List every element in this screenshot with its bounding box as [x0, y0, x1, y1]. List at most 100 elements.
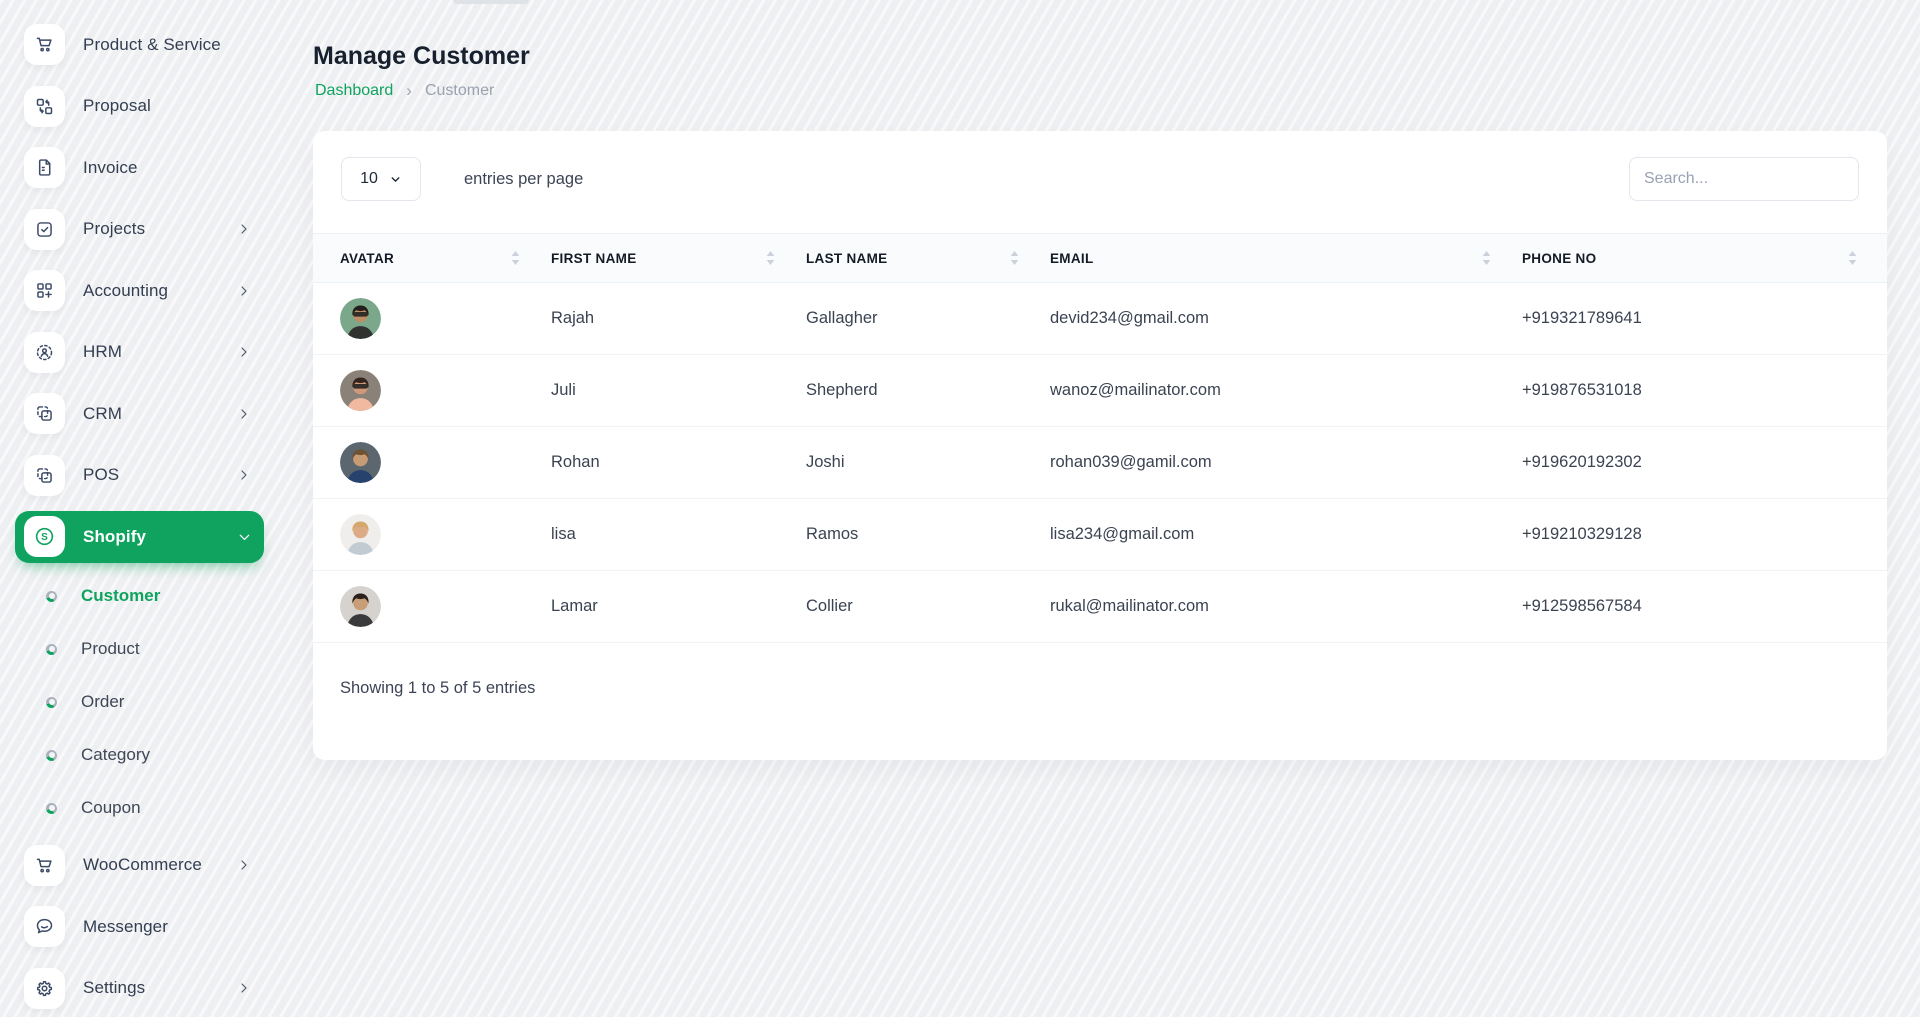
avatar [340, 370, 381, 411]
column-header-label: PHONE NO [1522, 251, 1596, 266]
cell-email: rukal@mailinator.com [1023, 571, 1495, 643]
sidebar-item-accounting[interactable]: Accounting [0, 260, 285, 322]
cell-last-name: Gallagher [779, 283, 1023, 355]
avatar [340, 442, 381, 483]
sidebar-subitem-customer[interactable]: Customer [0, 570, 285, 623]
entries-per-page-value: 10 [360, 170, 378, 188]
sidebar-subitem-product[interactable]: Product [0, 623, 285, 676]
bullet-icon [46, 803, 57, 814]
column-header-label: LAST NAME [806, 251, 887, 266]
sort-icon[interactable] [1482, 250, 1491, 266]
sidebar-item-settings[interactable]: Settings [0, 958, 285, 1017]
svg-text:S: S [41, 532, 48, 543]
cell-phone: +919620192302 [1495, 427, 1887, 499]
cell-email: rohan039@gamil.com [1023, 427, 1495, 499]
table-row: lisa Ramos lisa234@gmail.com +9192103291… [313, 499, 1887, 571]
table-row: Rohan Joshi rohan039@gamil.com +91962019… [313, 427, 1887, 499]
sidebar-item-shopify[interactable]: S Shopify [0, 506, 285, 568]
table-row: Rajah Gallagher devid234@gmail.com +9193… [313, 283, 1887, 355]
sidebar-item-woocommerce[interactable]: WooCommerce [0, 835, 285, 897]
column-header-last-name[interactable]: LAST NAME [779, 234, 1023, 283]
sidebar: Product & Service Proposal Invoice Projects… [0, 0, 285, 1017]
sidebar-subitem-label: Customer [81, 586, 160, 606]
chevron-right-icon [236, 344, 252, 360]
entries-per-page-label: entries per page [464, 157, 583, 201]
cell-first-name: lisa [524, 499, 779, 571]
sort-icon[interactable] [1010, 250, 1019, 266]
avatar [340, 586, 381, 627]
cell-phone: +919210329128 [1495, 499, 1887, 571]
sort-icon[interactable] [1848, 250, 1857, 266]
cell-avatar [313, 571, 524, 643]
sidebar-item-projects[interactable]: Projects [0, 199, 285, 261]
sort-icon[interactable] [766, 250, 775, 266]
sidebar-subitem-category[interactable]: Category [0, 729, 285, 782]
sidebar-item-label: CRM [83, 404, 122, 424]
sidebar-subitem-coupon[interactable]: Coupon [0, 782, 285, 835]
chevron-right-icon [236, 221, 252, 237]
cell-email: wanoz@mailinator.com [1023, 355, 1495, 427]
breadcrumb-dashboard-link[interactable]: Dashboard [315, 82, 393, 100]
shopify-icon: S [24, 516, 65, 557]
cell-avatar [313, 427, 524, 499]
customer-table-card: 10 entries per page AVATARFIRST NAME LAST… [313, 131, 1887, 760]
topbar-remnant [453, 0, 529, 4]
gear-icon [24, 968, 65, 1009]
cell-first-name: Lamar [524, 571, 779, 643]
avatar [340, 514, 381, 555]
column-header-first-name[interactable]: FIRST NAME [524, 234, 779, 283]
column-header-avatar[interactable]: AVATAR [313, 234, 524, 283]
cell-last-name: Shepherd [779, 355, 1023, 427]
search-input[interactable] [1629, 157, 1859, 201]
sidebar-item-label: Shopify [83, 527, 146, 547]
chat-icon [24, 906, 65, 947]
chevron-right-icon [236, 467, 252, 483]
breadcrumb-current: Customer [425, 82, 494, 100]
sidebar-item-product-service[interactable]: Product & Service [0, 14, 285, 76]
bullet-icon [46, 697, 57, 708]
projects-icon [24, 209, 65, 250]
sidebar-subitem-label: Coupon [81, 798, 141, 818]
bullet-icon [46, 750, 57, 761]
chevron-right-icon [236, 283, 252, 299]
entries-per-page-select[interactable]: 10 [341, 157, 421, 201]
chevron-down-icon [389, 173, 402, 186]
column-header-email[interactable]: EMAIL [1023, 234, 1495, 283]
cell-avatar [313, 499, 524, 571]
cell-avatar [313, 355, 524, 427]
crm-icon [24, 393, 65, 434]
table-body: Rajah Gallagher devid234@gmail.com +9193… [313, 283, 1887, 643]
table-row: Lamar Collier rukal@mailinator.com +9125… [313, 571, 1887, 643]
column-header-label: EMAIL [1050, 251, 1094, 266]
cell-first-name: Juli [524, 355, 779, 427]
cart-icon [24, 24, 65, 65]
customer-table: AVATARFIRST NAME LAST NAME EMAIL PHONE NO R… [313, 233, 1887, 643]
sidebar-subitem-order[interactable]: Order [0, 676, 285, 729]
breadcrumb: Dashboard › Customer [315, 81, 494, 101]
sidebar-item-label: Product & Service [83, 35, 221, 55]
avatar [340, 298, 381, 339]
sidebar-item-hrm[interactable]: HRM [0, 322, 285, 384]
sidebar-item-label: HRM [83, 342, 122, 362]
proposal-icon [24, 86, 65, 127]
table-summary: Showing 1 to 5 of 5 entries [340, 679, 535, 698]
sidebar-item-label: Invoice [83, 158, 138, 178]
table-controls: 10 entries per page [341, 157, 1859, 201]
hrm-icon [24, 332, 65, 373]
sidebar-item-label: Settings [83, 978, 145, 998]
sidebar-subitem-label: Order [81, 692, 124, 712]
breadcrumb-separator-icon: › [406, 81, 412, 101]
sidebar-item-invoice[interactable]: Invoice [0, 137, 285, 199]
chevron-right-icon [236, 857, 252, 873]
sidebar-submenu-shopify: Customer Product Order Category Coupon [0, 570, 285, 835]
sidebar-item-crm[interactable]: CRM [0, 383, 285, 445]
sort-icon[interactable] [511, 250, 520, 266]
sidebar-item-pos[interactable]: POS [0, 445, 285, 507]
column-header-phone-no[interactable]: PHONE NO [1495, 234, 1887, 283]
sidebar-item-messenger[interactable]: Messenger [0, 896, 285, 958]
cell-last-name: Ramos [779, 499, 1023, 571]
cell-first-name: Rohan [524, 427, 779, 499]
cell-last-name: Joshi [779, 427, 1023, 499]
sidebar-item-proposal[interactable]: Proposal [0, 76, 285, 138]
sidebar-item-label: Accounting [83, 281, 168, 301]
